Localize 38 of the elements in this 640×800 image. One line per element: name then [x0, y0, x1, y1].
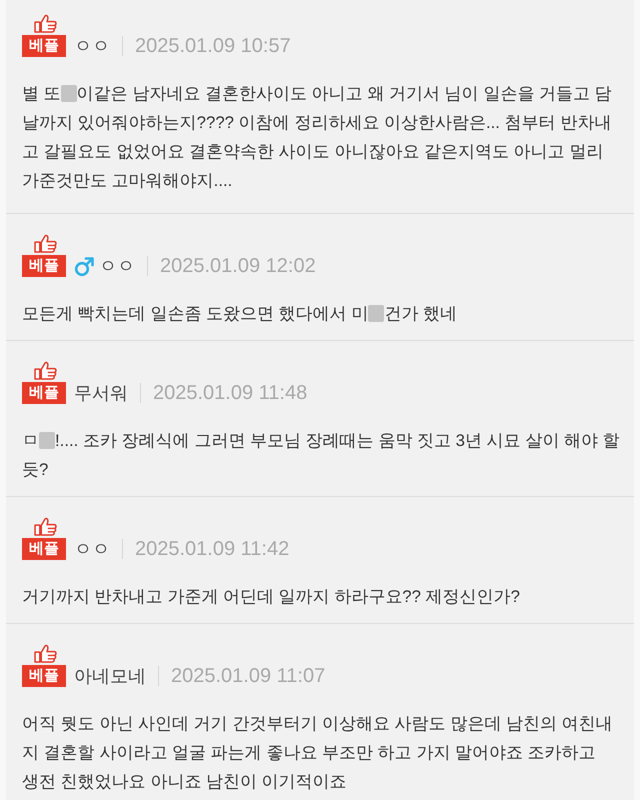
comment-text: 듯?: [22, 459, 48, 481]
best-badge: 베플: [22, 665, 66, 687]
comment-text: 이같은 남자네요 결혼한사이도 아니고 왜 거기서 님이 일손을 거들고 담: [76, 83, 612, 105]
username[interactable]: 아네모네: [74, 664, 146, 688]
thumbs-up-icon: [34, 14, 56, 33]
comment-text: 지 결혼할 사이라고 얼굴 파는게 좋나요 부조만 하고 가지 말어야죠 조카하고: [22, 742, 596, 764]
best-badge: 베플: [22, 382, 66, 404]
comment-text: 어직 뭣도 아닌 사인데 거기 간것부터기 이상해요 사람도 많은데 남친의 여친내: [22, 713, 613, 735]
comment-text: 거기까지 반차내고 가준게 어딘데 일까지 하라구요?? 제정신인가?: [22, 586, 520, 608]
blurred-block: [368, 305, 384, 322]
comment-text: 가준것만도 고마워해야지....: [22, 170, 232, 192]
thumbs-up-icon: [34, 644, 56, 663]
blurred-block: [39, 432, 55, 449]
thumbs-up-icon: [34, 361, 56, 380]
best-badge: 베플: [22, 35, 66, 57]
male-symbol-icon: [74, 256, 95, 276]
comment-text: 건가 했네: [384, 303, 457, 325]
comment-date: 2025.01.09 12:02: [160, 254, 316, 278]
username[interactable]: ㅇㅇ: [99, 254, 135, 278]
comment-date: 2025.01.09 10:57: [135, 34, 291, 58]
comment-text: 별 또: [22, 83, 61, 105]
comment-text: ㅁ: [22, 430, 39, 452]
comment-text: 모든게 빡치는데 일손좀 도왔으면 했다에서 미: [22, 303, 368, 325]
comment-date: 2025.01.09 11:48: [153, 382, 308, 404]
username[interactable]: ㅇㅇ: [74, 34, 110, 58]
comment-date: 2025.01.09 11:42: [135, 538, 290, 560]
username[interactable]: ㅇㅇ: [74, 537, 110, 561]
thumbs-up-icon: [34, 517, 56, 536]
best-badge: 베플: [22, 538, 66, 560]
best-badge: 베플: [22, 255, 66, 277]
comment-text: !.... 조카 장례식에 그러면 부모님 장례때는 움막 짓고 3년 시묘 살이 해야 할: [55, 430, 620, 452]
comment-text: 날까지 있어줘야하는지???? 이참에 정리하세요 이상한사람은... 첨부터 반차내: [22, 112, 612, 134]
comment-text: 생전 친했었나요 아니죠 남친이 이기적이죠: [22, 771, 347, 793]
thumbs-up-icon: [34, 234, 56, 253]
username[interactable]: 무서워: [74, 381, 128, 405]
blurred-block: [60, 85, 77, 102]
comment-date: 2025.01.09 11:07: [171, 664, 326, 688]
comment-text: 고 갈필요도 없었어요 결혼약속한 사이도 아니잖아요 같은지역도 아니고 멀리: [22, 141, 604, 163]
